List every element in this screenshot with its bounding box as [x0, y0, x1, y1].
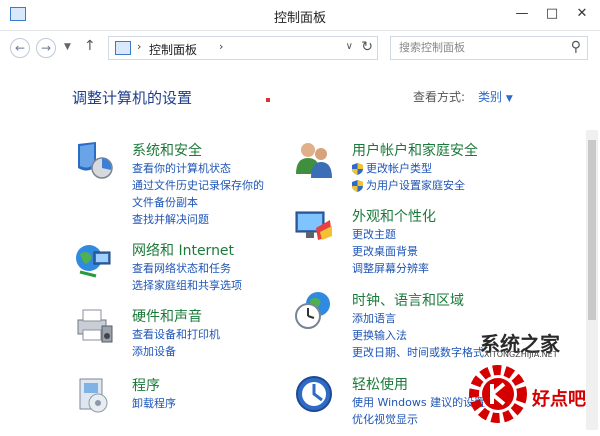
link-screen-resolution[interactable]: 调整屏幕分辨率: [352, 260, 429, 277]
link-uninstall-program[interactable]: 卸载程序: [132, 395, 176, 412]
back-button[interactable]: ←: [10, 38, 30, 58]
category-title[interactable]: 硬件和声音: [132, 306, 202, 326]
red-dot: [266, 98, 270, 102]
category-links: 卸载程序: [132, 395, 176, 412]
breadcrumb-control-panel[interactable]: 控制面板: [149, 41, 197, 58]
window-controls: — □ ✕: [510, 4, 594, 24]
dropdown-arrow-icon[interactable]: ▼: [506, 94, 513, 104]
category-title[interactable]: 外观和个性化: [352, 206, 436, 226]
link-change-theme[interactable]: 更改主题: [352, 226, 429, 243]
page-heading: 调整计算机的设置: [72, 89, 193, 107]
watermark-site-url: XITONGZHIJIA.NET: [484, 350, 558, 359]
forward-button[interactable]: →: [36, 38, 56, 58]
link-add-device[interactable]: 添加设备: [132, 343, 220, 360]
breadcrumb-chevron-icon[interactable]: ›: [219, 40, 223, 53]
category-title[interactable]: 轻松使用: [352, 374, 408, 394]
category-title[interactable]: 系统和安全: [132, 140, 202, 160]
link-change-account-type[interactable]: 更改帐户类型: [352, 160, 465, 177]
link-view-computer-status[interactable]: 查看你的计算机状态: [132, 160, 264, 177]
link-devices-printers[interactable]: 查看设备和打印机: [132, 326, 220, 343]
control-panel-small-icon: [115, 41, 131, 55]
address-dropdown-icon[interactable]: ∨: [346, 41, 353, 52]
close-button[interactable]: ✕: [570, 4, 594, 24]
ease-of-access-icon: [296, 376, 332, 412]
link-network-status[interactable]: 查看网络状态和任务: [132, 260, 242, 277]
programs-icon: [79, 378, 108, 413]
watermark: 系统之家 XITONGZHIJIA.NET 好点吧: [440, 320, 600, 436]
link-family-safety[interactable]: 为用户设置家庭安全: [352, 177, 465, 194]
clock-globe-icon: [295, 292, 330, 329]
breadcrumb-chevron-icon[interactable]: ›: [137, 40, 141, 53]
link-desktop-background[interactable]: 更改桌面背景: [352, 243, 429, 260]
maximize-button[interactable]: □: [540, 4, 564, 24]
address-bar[interactable]: › 控制面板 › ∨ ↻: [108, 36, 378, 60]
recent-locations-chevron-icon[interactable]: ▼: [64, 42, 71, 52]
minimize-button[interactable]: —: [510, 4, 534, 24]
category-title[interactable]: 程序: [132, 375, 160, 395]
category-title[interactable]: 网络和 Internet: [132, 240, 234, 260]
link-label[interactable]: 为用户设置家庭安全: [366, 177, 465, 194]
category-links: 查看网络状态和任务 选择家庭组和共享选项: [132, 260, 242, 294]
uac-shield-icon: [352, 179, 363, 192]
link-label[interactable]: 更改帐户类型: [366, 160, 432, 177]
category-title[interactable]: 用户帐户和家庭安全: [352, 140, 478, 160]
category-links: 查看你的计算机状态 通过文件历史记录保存你的 文件备份副本 查找并解决问题: [132, 160, 264, 228]
printer-icon: [77, 309, 113, 343]
category-title[interactable]: 时钟、语言和区域: [352, 290, 464, 310]
view-by-dropdown[interactable]: 类别 ▼: [478, 88, 513, 105]
category-links: 查看设备和打印机 添加设备: [132, 326, 220, 360]
users-icon: [296, 143, 332, 178]
scrollbar-thumb[interactable]: [588, 140, 596, 320]
link-troubleshoot[interactable]: 查找并解决问题: [132, 211, 264, 228]
search-icon[interactable]: ⚲: [571, 39, 581, 55]
search-box[interactable]: ⚲: [390, 36, 588, 60]
security-shield-icon: [78, 142, 113, 179]
network-globe-icon: [76, 245, 111, 278]
view-by-value[interactable]: 类别: [478, 90, 502, 104]
category-links: 更改帐户类型 为用户设置家庭安全: [352, 160, 465, 194]
link-homegroup[interactable]: 选择家庭组和共享选项: [132, 277, 242, 294]
title-bar: 控制面板 — □ ✕: [0, 0, 600, 31]
category-links: 更改主题 更改桌面背景 调整屏幕分辨率: [352, 226, 429, 277]
navigation-bar: ← → ▼ ↑ › 控制面板 › ∨ ↻ ⚲: [0, 31, 600, 65]
gear-logo-icon: [469, 365, 527, 423]
view-by-label: 查看方式:: [413, 90, 466, 104]
link-file-backup[interactable]: 文件备份副本: [132, 194, 264, 211]
watermark-brand: 好点吧: [532, 389, 586, 410]
uac-shield-icon: [352, 162, 363, 175]
refresh-icon[interactable]: ↻: [361, 39, 373, 55]
monitor-palette-icon: [295, 211, 332, 240]
up-arrow-icon[interactable]: ↑: [84, 38, 96, 54]
search-input[interactable]: [397, 40, 561, 55]
link-file-history[interactable]: 通过文件历史记录保存你的: [132, 177, 264, 194]
